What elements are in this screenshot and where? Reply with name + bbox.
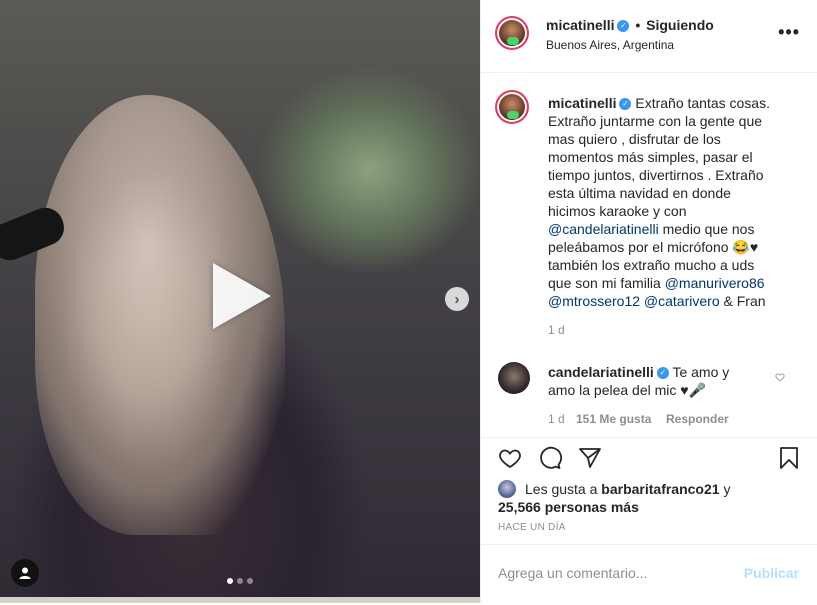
user-icon[interactable] [11, 559, 39, 587]
media-bottom-strip [0, 597, 480, 603]
carousel-dot-2 [237, 578, 243, 584]
comments-area[interactable]: micatinelli ✓ Extraño tantas cosas. Extra… [481, 72, 817, 437]
comment-input[interactable]: Agrega un comentario... [498, 565, 647, 581]
post-time[interactable]: HACE UN DÍA [498, 522, 566, 533]
caption-time[interactable]: 1 d [548, 323, 565, 337]
verified-icon: ✓ [619, 98, 632, 111]
post-panel: micatinelli ✓ • Siguiendo Buenos Aires, A… [480, 0, 817, 603]
comment-avatar[interactable] [498, 362, 530, 394]
mention-link[interactable]: @mtrossero12 [548, 293, 640, 309]
post-header: micatinelli ✓ • Siguiendo Buenos Aires, A… [481, 0, 817, 73]
likes-line-1: Les gusta a barbaritafranco21 y [525, 481, 730, 497]
carousel-dot-3 [247, 578, 253, 584]
publish-button[interactable]: Publicar [744, 565, 799, 581]
comment-bar: Agrega un comentario... Publicar [481, 544, 817, 605]
caption: micatinelli ✓ Extraño tantas cosas. Extra… [548, 94, 780, 310]
liker-username[interactable]: barbaritafranco21 [601, 481, 719, 497]
next-glyph: › [454, 290, 460, 308]
comment-time[interactable]: 1 d [548, 412, 565, 426]
caption-username[interactable]: micatinelli [548, 95, 616, 111]
likes-and: y [723, 481, 731, 497]
reply-button[interactable]: Responder [666, 412, 729, 426]
header-username[interactable]: micatinelli [546, 17, 614, 33]
mention-link[interactable]: @candelariatinelli [548, 221, 659, 237]
verified-icon: ✓ [656, 367, 669, 380]
play-icon[interactable] [213, 263, 271, 329]
caption-avatar[interactable] [495, 90, 529, 124]
like-icon[interactable] [498, 446, 522, 470]
carousel-indicator [227, 578, 253, 584]
liker-avatar[interactable] [498, 480, 516, 498]
share-icon[interactable] [578, 446, 602, 470]
follow-status-button[interactable]: Siguiendo [646, 17, 714, 33]
post-actions: Les gusta a barbaritafranco21 y 25,566 p… [481, 437, 817, 604]
comment-likes[interactable]: 151 Me gusta [576, 412, 651, 426]
chevron-right-icon[interactable]: › [445, 287, 469, 311]
carousel-dot-1 [227, 578, 233, 584]
caption-text-3: & Fran [723, 293, 766, 309]
comment-like-icon[interactable] [775, 372, 785, 382]
avatar[interactable] [495, 16, 529, 50]
location-link[interactable]: Buenos Aires, Argentina [546, 38, 674, 52]
mention-link[interactable]: @manurivero86 [665, 275, 765, 291]
verified-icon: ✓ [617, 20, 630, 33]
bookmark-icon[interactable] [777, 446, 801, 470]
comment: candelariatinelli ✓ Te amo y amo la pelea… [548, 363, 748, 399]
user-icon-svg [19, 567, 31, 579]
mention-link[interactable]: @catarivero [644, 293, 720, 309]
caption-text-1: Extraño tantas cosas. Extraño juntarme c… [548, 95, 770, 219]
comment-username[interactable]: candelariatinelli [548, 364, 654, 380]
likes-count[interactable]: 25,566 personas más [498, 499, 639, 515]
separator: • [635, 17, 641, 33]
more-options-icon[interactable]: ••• [778, 22, 800, 43]
likes-prefix: Les gusta a [525, 481, 598, 497]
post-media[interactable]: › [0, 0, 480, 603]
comment-icon[interactable] [538, 446, 562, 470]
